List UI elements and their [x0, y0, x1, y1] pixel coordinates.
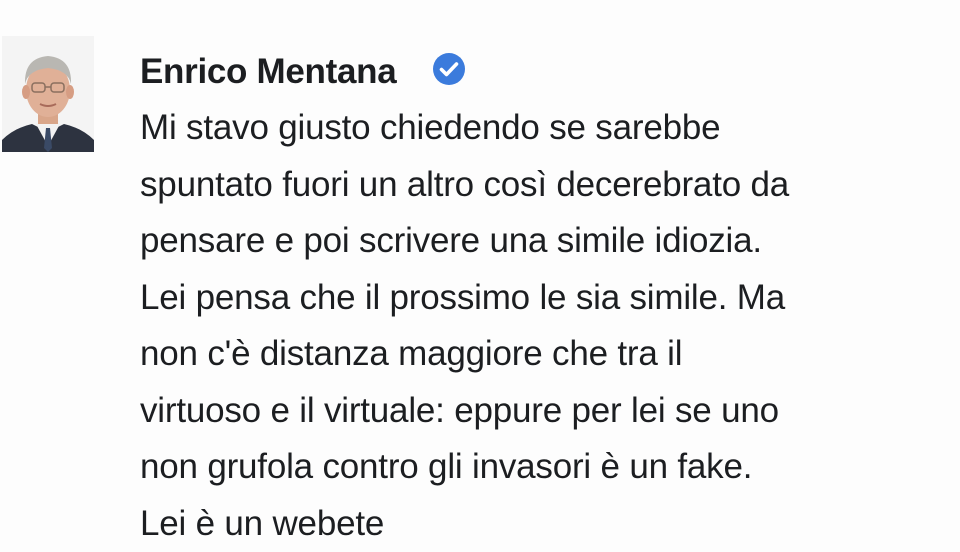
comment-line: non c'è distanza maggiore che tra il — [140, 326, 960, 383]
comment-line: Mi stavo giusto chiedendo se sarebbe — [140, 100, 960, 157]
comment-line: pensare e poi scrivere una simile idiozi… — [140, 213, 960, 270]
comment-text: Mi stavo giusto chiedendo se sarebbe spu… — [140, 100, 960, 552]
author-row: Enrico Mentana — [140, 50, 960, 94]
comment-line: Lei pensa che il prossimo le sia simile.… — [140, 270, 960, 327]
comment-line: non grufola contro gli invasori è un fak… — [140, 439, 960, 496]
comment-line: Lei è un webete — [140, 496, 960, 552]
comment: Enrico Mentana Mi stavo giusto chiedendo… — [0, 0, 960, 541]
comment-line: spuntato fuori un altro così decerebrato… — [140, 157, 960, 214]
verified-badge-icon — [432, 52, 466, 86]
comment-line: virtuoso e il virtuale: eppure per lei s… — [140, 383, 960, 440]
avatar-photo — [2, 36, 94, 152]
avatar[interactable] — [2, 36, 94, 152]
author-name[interactable]: Enrico Mentana — [140, 52, 396, 92]
comment-body: Enrico Mentana Mi stavo giusto chiedendo… — [140, 50, 960, 552]
